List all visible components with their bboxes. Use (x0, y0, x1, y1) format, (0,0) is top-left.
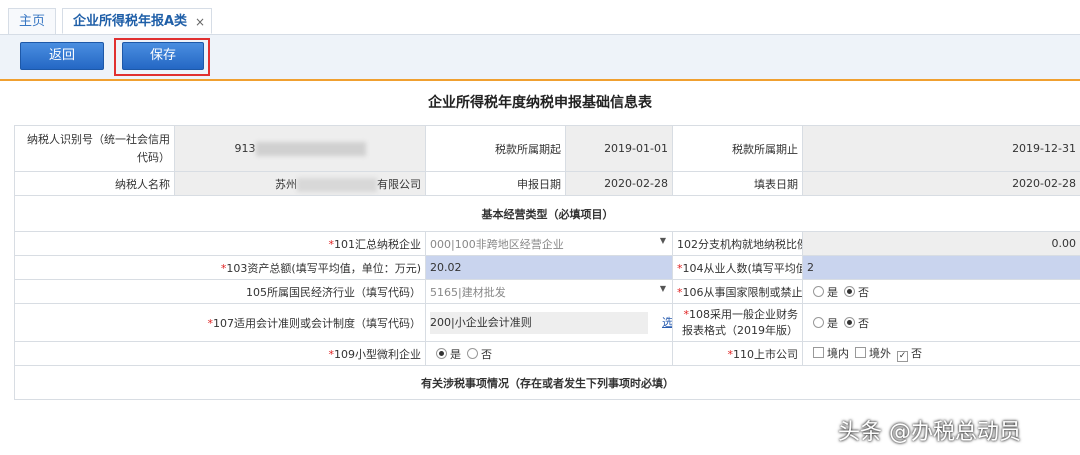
section-tax-related-matters: 有关涉税事项情况（存在或者发生下列事项时必填） (14, 365, 1080, 400)
report-date-label: 申报日期 (425, 171, 566, 196)
field-102-label: 102分支机构就地纳税比例（%） (672, 231, 803, 256)
field-105-select[interactable]: 5165|建材批发 ▼ (425, 279, 673, 304)
field-110-checkboxes: 境内 境外 ✓ 否 (802, 341, 1080, 366)
field-106-radios: 是否 (802, 279, 1080, 304)
field-105-label: 105所属国民经济行业（填写代码） (14, 279, 426, 304)
field-102-value: 0.00 (802, 231, 1080, 256)
checkbox-no[interactable]: ✓ (897, 351, 908, 362)
period-start-label: 税款所属期起 (425, 125, 566, 172)
field-106-label: *106从事国家限制或禁止行业 (672, 279, 803, 304)
field-108-radios: 是否 (802, 303, 1080, 342)
field-107-cell: 200|小企业会计准则 选择 (425, 303, 673, 342)
chevron-down-icon: ▼ (659, 236, 666, 245)
report-date-value: 2020-02-28 (565, 171, 673, 196)
redacted-mask (297, 177, 377, 192)
radio-no[interactable] (844, 316, 855, 328)
field-107-value: 200|小企业会计准则 (430, 311, 648, 334)
period-end-label: 税款所属期止 (672, 125, 803, 172)
watermark: 头条 @办税总动员 (838, 420, 1021, 445)
field-107-label: *107适用会计准则或会计制度（填写代码） (14, 303, 426, 342)
field-101-select[interactable]: 000|100非跨地区经营企业 ▼ (425, 231, 673, 256)
field-103-input[interactable]: 20.02 (425, 255, 673, 280)
period-start-value: 2019-01-01 (565, 125, 673, 172)
chevron-down-icon: ▼ (659, 284, 666, 293)
field-104-label: *104从业人数(填写平均值，单位：人) (672, 255, 803, 280)
fill-date-value: 2020-02-28 (802, 171, 1080, 196)
field-103-label: *103资产总额(填写平均值，单位：万元) (14, 255, 426, 280)
taxpayer-name-value: 苏州 有限公司 (174, 171, 426, 196)
section-basic-operation-type: 基本经营类型（必填项目） (14, 195, 1080, 232)
period-end-value: 2019-12-31 (802, 125, 1080, 172)
radio-no[interactable] (844, 285, 855, 297)
field-101-label: *101汇总纳税企业 (14, 231, 426, 256)
field-110-label: *110上市公司 (672, 341, 803, 366)
basic-info-form: 纳税人识别号（统一社会信用代码） 913 税款所属期起 2019-01-01 税… (14, 125, 1080, 400)
field-108-label: *108采用一般企业财务报表格式（2019年版） (672, 303, 803, 342)
redacted-mask (255, 141, 366, 156)
field-109-label: *109小型微利企业 (14, 341, 426, 366)
tab-label: 企业所得税年报A类 (73, 14, 188, 29)
radio-yes[interactable] (436, 347, 447, 359)
checkbox-overseas[interactable] (855, 347, 866, 358)
page-title: 企业所得税年度纳税申报基础信息表 (428, 95, 652, 111)
field-104-input[interactable]: 2 (802, 255, 1080, 280)
close-icon[interactable]: × (195, 9, 205, 35)
taxpayer-id-value: 913 (174, 125, 426, 172)
tab-home[interactable]: 主页 (8, 8, 56, 34)
tab-bar: 主页 企业所得税年报A类 × (0, 0, 1080, 35)
taxpayer-id-label: 纳税人识别号（统一社会信用代码） (14, 125, 175, 172)
back-button[interactable]: 返回 (20, 42, 104, 70)
radio-no[interactable] (467, 347, 478, 359)
radio-yes[interactable] (813, 285, 824, 297)
tab-enterprise-income-tax-annual-a[interactable]: 企业所得税年报A类 × (62, 8, 212, 34)
fill-date-label: 填表日期 (672, 171, 803, 196)
save-highlight-box (114, 38, 210, 76)
field-109-radios: 是否 (425, 341, 673, 366)
radio-yes[interactable] (813, 316, 824, 328)
field-107-select-link[interactable]: 选择 (662, 316, 672, 329)
checkbox-domestic[interactable] (813, 347, 824, 358)
taxpayer-name-label: 纳税人名称 (14, 171, 175, 196)
